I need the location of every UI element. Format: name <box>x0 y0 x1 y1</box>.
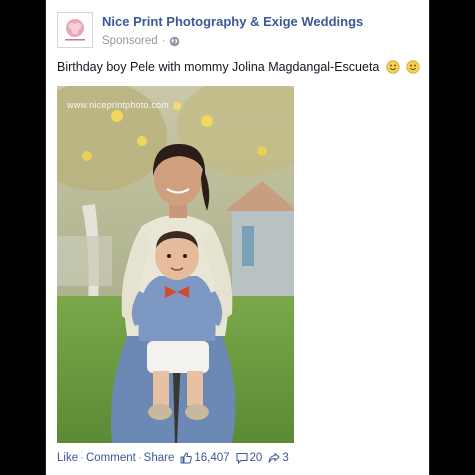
share-link[interactable]: Share <box>144 452 175 464</box>
likes-count-button[interactable]: 16,407 <box>180 452 230 464</box>
post-header: Nice Print Photography & Exige Weddings … <box>57 12 417 52</box>
smiley-icon <box>406 60 420 74</box>
post-photo[interactable]: www.niceprintphoto.com <box>57 86 294 443</box>
action-separator: · <box>80 452 84 464</box>
thumbs-up-icon <box>180 452 193 464</box>
post-meta: Sponsored · <box>102 35 180 47</box>
comment-bubble-icon <box>236 453 248 464</box>
comments-count: 20 <box>249 452 263 464</box>
action-separator: · <box>137 452 142 464</box>
post-message-text: Birthday boy Pele with mommy Jolina Magd… <box>57 60 380 74</box>
like-link[interactable]: Like <box>57 452 78 464</box>
comment-link[interactable]: Comment <box>86 452 136 464</box>
photo-watermark: www.niceprintphoto.com <box>67 100 169 110</box>
sponsored-label[interactable]: Sponsored <box>102 35 158 47</box>
meta-separator: · <box>161 35 166 47</box>
globe-icon[interactable] <box>169 36 180 47</box>
smiley-icon <box>386 60 400 74</box>
page-name-link[interactable]: Nice Print Photography & Exige Weddings <box>102 14 363 29</box>
comments-count-button[interactable]: 20 <box>236 452 263 464</box>
shares-count: 3 <box>282 452 289 464</box>
page-avatar[interactable] <box>57 12 93 48</box>
photo-illustration <box>57 86 294 443</box>
post-actions-bar: Like · Comment · Share 16,407 20 3 <box>57 452 289 464</box>
facebook-post-card: Nice Print Photography & Exige Weddings … <box>45 0 430 475</box>
share-arrow-icon <box>268 452 281 463</box>
likes-count: 16,407 <box>194 452 230 464</box>
post-message: Birthday boy Pele with mommy Jolina Magd… <box>57 60 420 74</box>
shares-count-button[interactable]: 3 <box>268 452 289 464</box>
logo-icon <box>65 19 85 41</box>
